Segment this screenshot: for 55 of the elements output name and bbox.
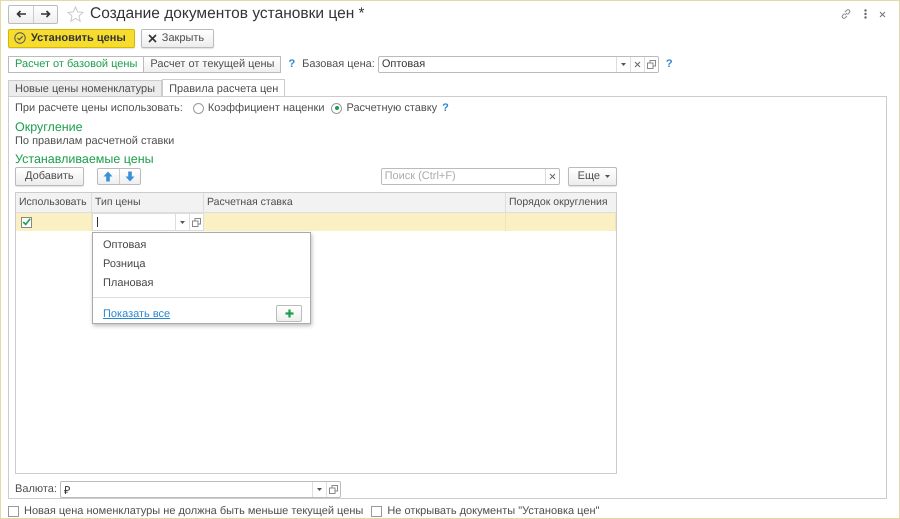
close-icon (148, 34, 157, 42)
star-icon[interactable] (67, 6, 84, 22)
mode-toggle[interactable]: Расчет от текущей цены (144, 56, 282, 72)
dropdown-item[interactable]: Оптовая (93, 235, 310, 254)
column-header[interactable]: Порядок округления (506, 193, 616, 212)
radio-label[interactable]: Расчетную ставку (346, 102, 438, 114)
radio-button[interactable] (192, 102, 204, 114)
section-title: Устанавливаемые цены (15, 152, 155, 166)
check-circle-icon (14, 32, 26, 44)
checkbox-label[interactable]: Новая цена номенклатуры не должна быть меньше текущей цены (24, 505, 364, 517)
currency-field[interactable]: ₽ (60, 480, 341, 498)
checkbox[interactable] (21, 216, 32, 228)
arrow-up-icon (103, 170, 114, 182)
tab[interactable]: Новые цены номенклатуры (8, 80, 162, 96)
caret-icon (316, 488, 322, 490)
open-window-icon (328, 484, 338, 494)
field-label: Базовая цена: (302, 58, 375, 70)
more-icon[interactable] (864, 9, 867, 19)
column-header[interactable]: Использовать (16, 193, 92, 212)
help-link[interactable]: ? (442, 102, 449, 114)
checkbox[interactable] (371, 506, 382, 516)
arrow-right-icon (40, 10, 51, 18)
add-button[interactable] (276, 305, 302, 322)
base-price-field[interactable]: Оптовая (378, 56, 659, 72)
checkbox[interactable] (8, 506, 19, 516)
help-link[interactable]: ? (666, 58, 673, 70)
caret-icon (620, 62, 626, 66)
field-label: При расчете цены использовать: (15, 102, 183, 114)
section-title: Округление (15, 120, 84, 134)
set-prices-button[interactable]: Установить цены (8, 28, 135, 48)
close-icon[interactable] (879, 10, 886, 18)
clear-icon (634, 60, 641, 68)
radio-button[interactable] (331, 102, 342, 114)
open-window-icon (646, 60, 656, 68)
caret-icon (605, 174, 610, 178)
arrow-left-icon (16, 10, 26, 18)
dropdown-item[interactable]: Плановая (93, 273, 310, 292)
close-button[interactable]: Закрыть (140, 28, 214, 48)
clear-icon (548, 172, 556, 180)
show-all-link[interactable]: Показать все (103, 308, 170, 320)
link-icon[interactable] (840, 8, 852, 20)
arrow-down-icon (124, 170, 135, 182)
tab[interactable]: Правила расчета цен (162, 79, 286, 97)
column-header[interactable]: Тип цены (92, 193, 204, 212)
help-link[interactable]: ? (288, 58, 296, 70)
window-title: Создание документов установки цен * (90, 5, 365, 23)
more-button[interactable]: Еще (568, 166, 617, 186)
field-label: Валюта: (15, 483, 57, 495)
column-header[interactable]: Расчетная ставка (204, 193, 506, 212)
radio-label[interactable]: Коэффициент наценки (208, 102, 324, 114)
plus-icon (284, 309, 294, 318)
checkbox-label[interactable]: Не открывать документы "Установка цен" (387, 505, 600, 517)
rounding-text: По правилам расчетной ставки (15, 135, 176, 147)
dropdown-item[interactable]: Розница (93, 254, 310, 273)
add-button[interactable]: Добавить (15, 166, 84, 186)
